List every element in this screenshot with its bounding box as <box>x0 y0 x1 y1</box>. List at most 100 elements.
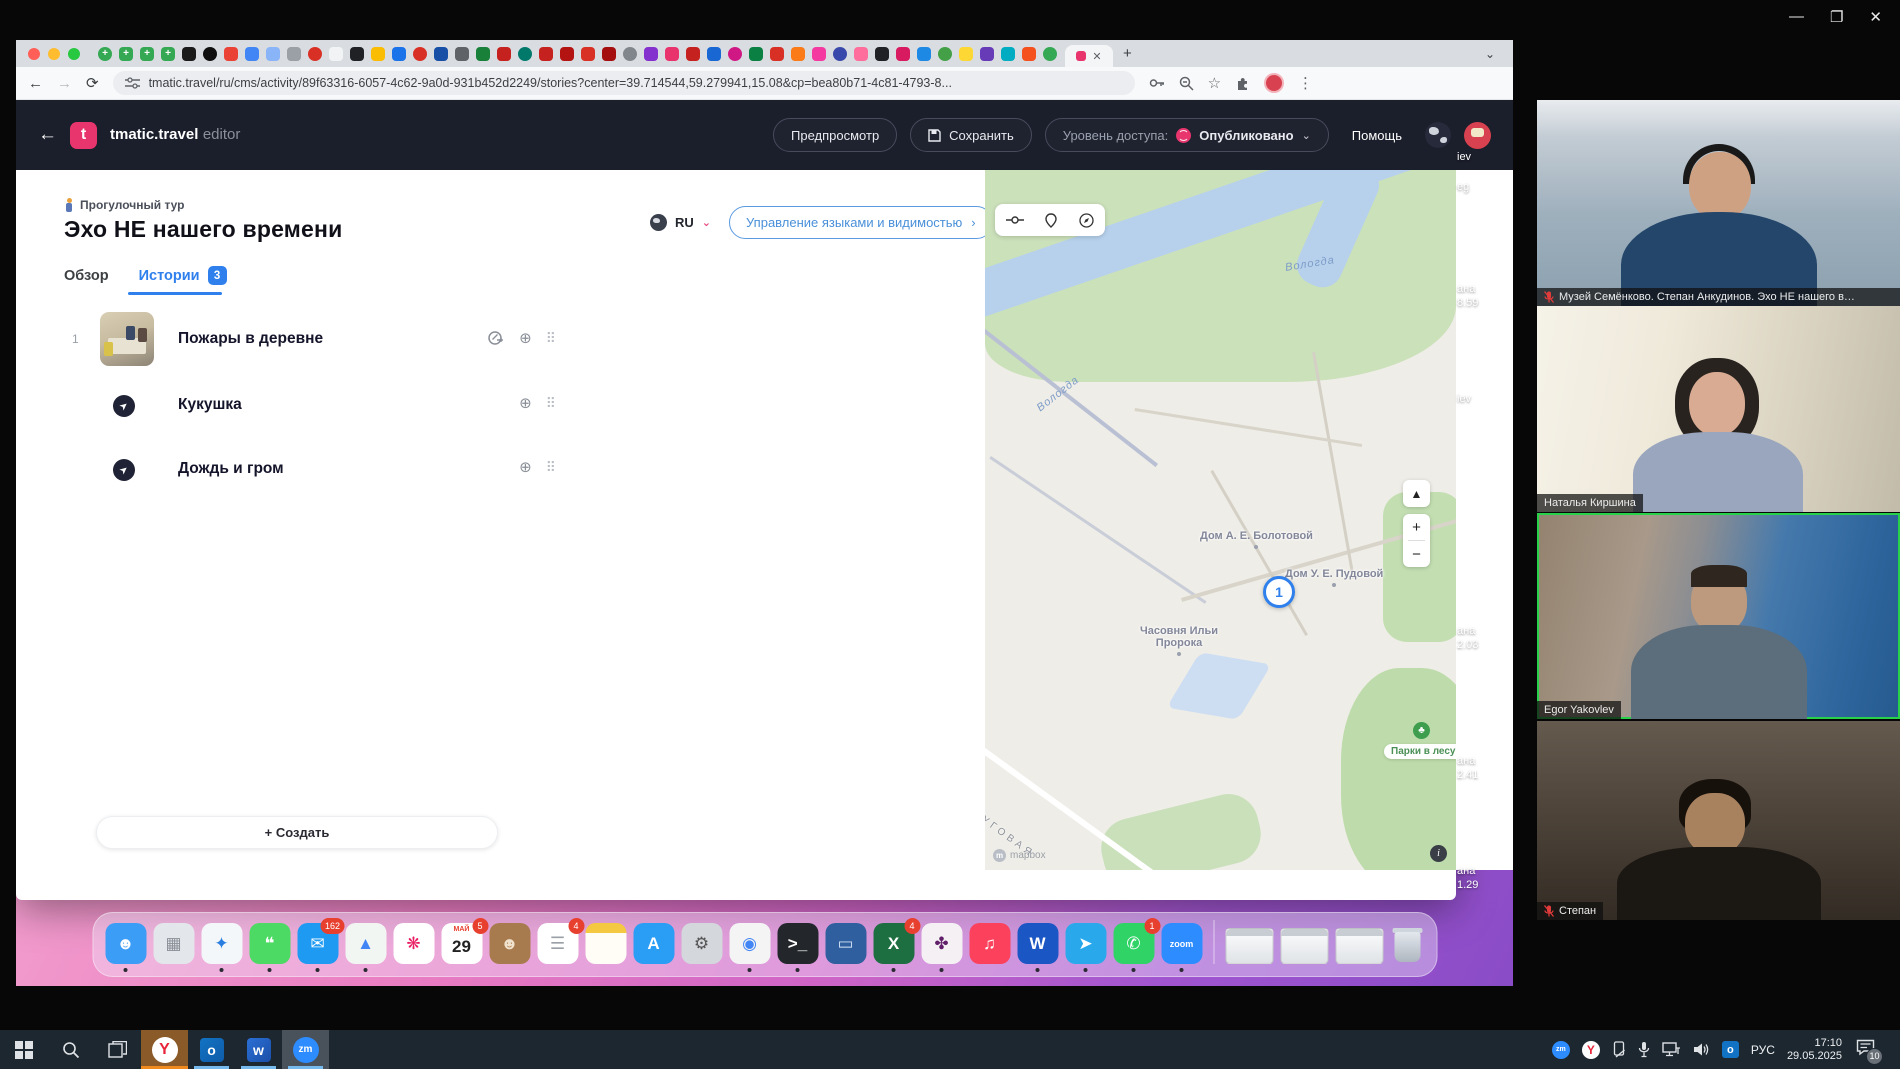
participant-tile[interactable]: Степан <box>1537 721 1900 920</box>
dock-contacts[interactable]: ☻ <box>489 923 530 964</box>
bookmark-star-icon[interactable]: ☆ <box>1208 74 1221 92</box>
pin-tool-icon[interactable] <box>1045 213 1057 228</box>
taskbar-outlook[interactable]: o <box>188 1030 235 1069</box>
compass-tool-icon[interactable] <box>1079 213 1094 228</box>
dock-excel[interactable]: X4 <box>873 923 914 964</box>
tab-stories[interactable]: Истории 3 <box>139 266 227 285</box>
dock-calendar[interactable]: МАЙ295 <box>441 923 482 964</box>
site-language-icon[interactable] <box>1425 122 1451 148</box>
drag-handle[interactable]: ⠿ <box>546 395 555 412</box>
help-button[interactable]: Помощь <box>1352 128 1402 143</box>
tray-language[interactable]: РУС <box>1751 1043 1775 1057</box>
password-key-icon[interactable] <box>1149 76 1165 90</box>
dock-word[interactable]: W <box>1017 923 1058 964</box>
zoom-in-button[interactable]: + <box>1403 514 1430 540</box>
site-settings-icon[interactable] <box>125 77 140 89</box>
language-chevron-icon[interactable]: ⌄ <box>702 216 711 229</box>
taskbar-search-button[interactable] <box>47 1030 94 1069</box>
participant-tile[interactable]: Музей Семёнково. Степан Анкудинов. Эхо Н… <box>1537 100 1900 306</box>
participant-tile-active-speaker[interactable]: Egor Yakovlev <box>1537 513 1900 719</box>
dock-maps[interactable]: ▲ <box>345 923 386 964</box>
taskbar-zoom[interactable]: zm <box>282 1030 329 1069</box>
dock-terminal[interactable]: >_ <box>777 923 818 964</box>
dock-whatsapp[interactable]: ✆1 <box>1113 923 1154 964</box>
tray-device-icon[interactable] <box>1612 1041 1626 1058</box>
story-title[interactable]: Кукушка <box>178 396 242 414</box>
minimized-window-thumb[interactable] <box>1280 928 1328 964</box>
dock-mail[interactable]: ✉162 <box>297 923 338 964</box>
tray-network-icon[interactable] <box>1662 1042 1681 1057</box>
url-text[interactable]: tmatic.travel/ru/cms/activity/89f63316-6… <box>149 76 952 90</box>
editor-back-button[interactable]: ← <box>38 124 57 146</box>
story-thumbnail[interactable] <box>100 312 154 366</box>
tray-mic-icon[interactable] <box>1638 1041 1650 1058</box>
dock-photos[interactable]: ❋ <box>393 923 434 964</box>
profile-avatar[interactable] <box>1264 73 1284 93</box>
dock-launchpad[interactable]: ▦ <box>153 923 194 964</box>
story-row[interactable]: ➤ Дождь и гром ⊕ ⠿ <box>100 442 500 498</box>
story-title[interactable]: Дождь и гром <box>178 460 284 478</box>
story-row[interactable]: 1 Пожары в деревне ⊕ ⠿ <box>100 312 500 368</box>
drag-handle[interactable]: ⠿ <box>546 459 555 476</box>
globe-icon[interactable]: ⊕ <box>519 458 532 476</box>
tray-zoom-icon[interactable]: zm <box>1552 1041 1570 1059</box>
edit-route-icon[interactable] <box>488 330 505 346</box>
dock-chrome[interactable]: ◉ <box>729 923 770 964</box>
route-tool-icon[interactable] <box>1006 214 1024 226</box>
globe-icon[interactable]: ⊕ <box>519 394 532 412</box>
browser-menu-icon[interactable]: ⋮ <box>1298 74 1313 92</box>
dock-finder[interactable]: ☻ <box>105 923 146 964</box>
language-selector[interactable]: RU <box>675 215 694 230</box>
tray-yandex-icon[interactable]: Y <box>1582 1041 1600 1059</box>
back-button[interactable]: ← <box>28 75 43 92</box>
taskbar-yandex-browser[interactable]: Y <box>141 1030 188 1069</box>
address-bar[interactable]: tmatic.travel/ru/cms/activity/89f63316-6… <box>113 71 1135 95</box>
drag-handle[interactable]: ⠿ <box>546 330 555 347</box>
dock-reminders[interactable]: ☰4 <box>537 923 578 964</box>
tray-clock[interactable]: 17:10 29.05.2025 <box>1787 1037 1842 1063</box>
dock-notes[interactable] <box>585 923 626 964</box>
dock-messages[interactable]: ❝ <box>249 923 290 964</box>
reload-button[interactable]: ⟳ <box>86 74 99 92</box>
task-view-button[interactable] <box>94 1030 141 1069</box>
maximize-button[interactable]: ❐ <box>1830 8 1843 26</box>
dock-safari[interactable]: ✦ <box>201 923 242 964</box>
map-info-button[interactable]: i <box>1430 845 1447 862</box>
map-marker-1[interactable]: 1 <box>1263 576 1295 608</box>
zoom-page-icon[interactable] <box>1179 76 1194 91</box>
zoom-out-button[interactable]: − <box>1403 541 1430 567</box>
dock-zoom[interactable]: zoom <box>1161 923 1202 964</box>
tray-volume-icon[interactable] <box>1693 1042 1710 1057</box>
start-button[interactable] <box>0 1030 47 1069</box>
extensions-icon[interactable] <box>1235 76 1250 91</box>
save-button[interactable]: Сохранить <box>910 118 1032 152</box>
dock-trash[interactable] <box>1390 924 1424 964</box>
preview-button[interactable]: Предпросмотр <box>773 118 897 152</box>
notification-center-button[interactable]: 10 <box>1856 1039 1875 1061</box>
close-button[interactable]: ✕ <box>1869 8 1882 26</box>
create-story-button[interactable]: + Создать <box>96 816 498 849</box>
park-pin-icon[interactable]: ♣ <box>1413 722 1430 739</box>
minimized-window-thumb[interactable] <box>1335 928 1383 964</box>
tmatic-logo[interactable]: t <box>70 122 97 149</box>
story-title[interactable]: Пожары в деревне <box>178 330 323 348</box>
dock-appstore[interactable]: A <box>633 923 674 964</box>
tab-overview[interactable]: Обзор <box>64 266 109 285</box>
tray-outlook-icon[interactable]: o <box>1722 1041 1739 1058</box>
dock-music[interactable]: ♫ <box>969 923 1010 964</box>
story-row[interactable]: ➤ Кукушка ⊕ ⠿ <box>100 378 500 434</box>
dock-display[interactable]: ▭ <box>825 923 866 964</box>
dock-telegram[interactable]: ➤ <box>1065 923 1106 964</box>
access-level-dropdown[interactable]: Уровень доступа: Опубликовано ⌄ <box>1045 118 1329 152</box>
map[interactable]: Вологда Вологда Дом А. Е. Болотовой Дом … <box>985 170 1456 870</box>
dock-slack[interactable]: ✤ <box>921 923 962 964</box>
manage-languages-button[interactable]: Управление языками и видимостью › <box>729 206 993 239</box>
taskbar-word[interactable]: w <box>235 1030 282 1069</box>
dock-settings[interactable]: ⚙ <box>681 923 722 964</box>
participant-tile[interactable]: Наталья Киршина <box>1537 306 1900 512</box>
map-compass-button[interactable]: ▲ <box>1403 480 1430 507</box>
minimize-button[interactable]: — <box>1789 8 1804 26</box>
forward-button[interactable]: → <box>57 75 72 92</box>
minimized-window-thumb[interactable] <box>1225 928 1273 964</box>
globe-icon[interactable]: ⊕ <box>519 329 532 347</box>
